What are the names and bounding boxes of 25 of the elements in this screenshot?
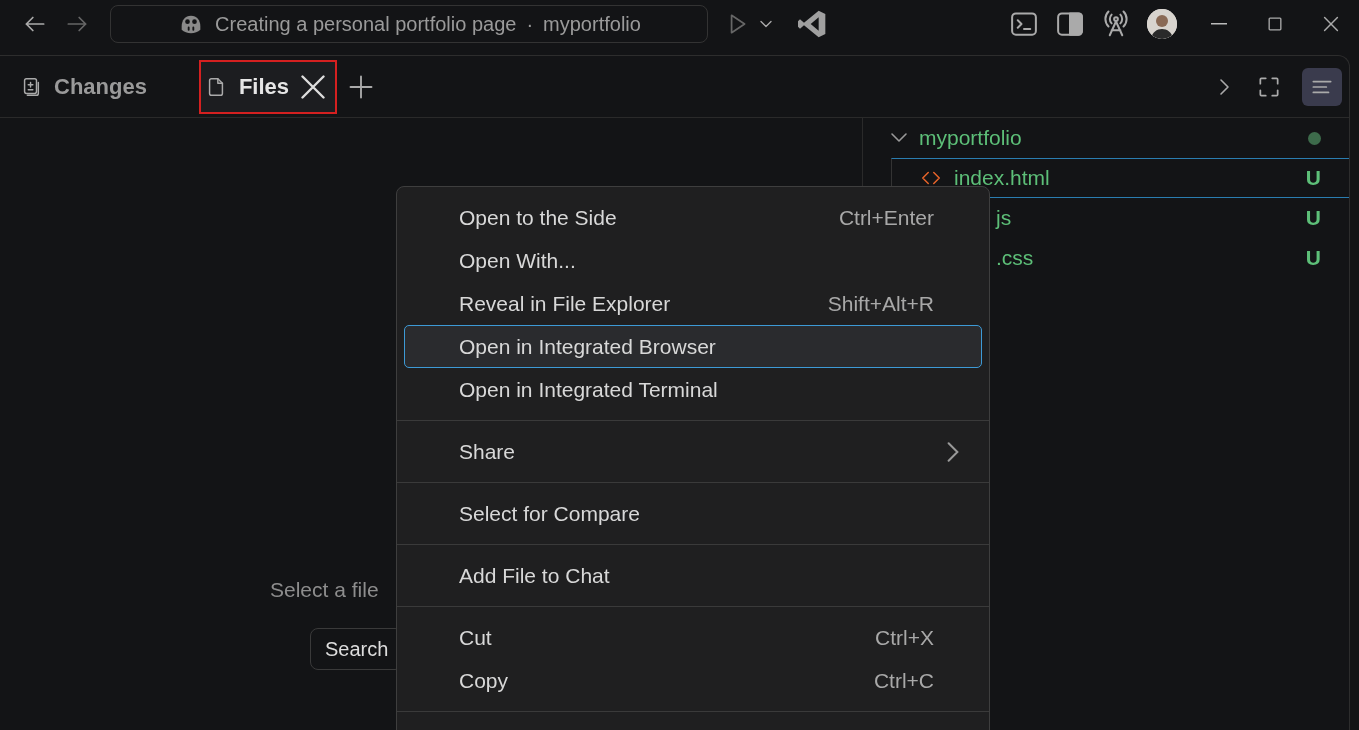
- command-center[interactable]: Creating a personal portfolio page · myportfolio: [110, 5, 708, 43]
- broadcast-tower-icon[interactable]: [1101, 9, 1131, 39]
- folder-row[interactable]: myportfolio: [863, 118, 1349, 158]
- menu-item[interactable]: Open in Integrated Terminal: [404, 368, 982, 411]
- menu-item[interactable]: Open in Integrated Browser: [404, 325, 982, 368]
- tab[interactable]: Changes: [14, 59, 159, 114]
- menu-button[interactable]: [1302, 67, 1342, 106]
- menu-item[interactable]: Select for Compare: [404, 492, 982, 535]
- avatar[interactable]: [1147, 9, 1177, 39]
- session-title: Creating a personal portfolio page: [215, 12, 517, 36]
- status-dot: [1308, 131, 1321, 145]
- menu-item[interactable]: Cut Ctrl+X: [404, 616, 982, 659]
- terminal-icon[interactable]: [1009, 9, 1039, 39]
- minimize-icon: [1211, 23, 1227, 25]
- empty-state-message: Select a file: [270, 578, 379, 602]
- panel-toggle-icon[interactable]: [1055, 9, 1085, 39]
- close-icon[interactable]: [301, 74, 326, 99]
- menu-item[interactable]: Copy Ctrl+C: [404, 659, 982, 702]
- menu-item[interactable]: Reveal in File Explorer Shift+Alt+R: [404, 282, 982, 325]
- separator-dot: ·: [526, 12, 534, 36]
- logo-icon: [796, 8, 828, 40]
- workspace-name: myportfolio: [543, 12, 641, 36]
- menu-item[interactable]: Add File to Chat: [404, 554, 982, 597]
- menu-item[interactable]: Share: [404, 430, 982, 473]
- tab[interactable]: Files: [198, 59, 338, 114]
